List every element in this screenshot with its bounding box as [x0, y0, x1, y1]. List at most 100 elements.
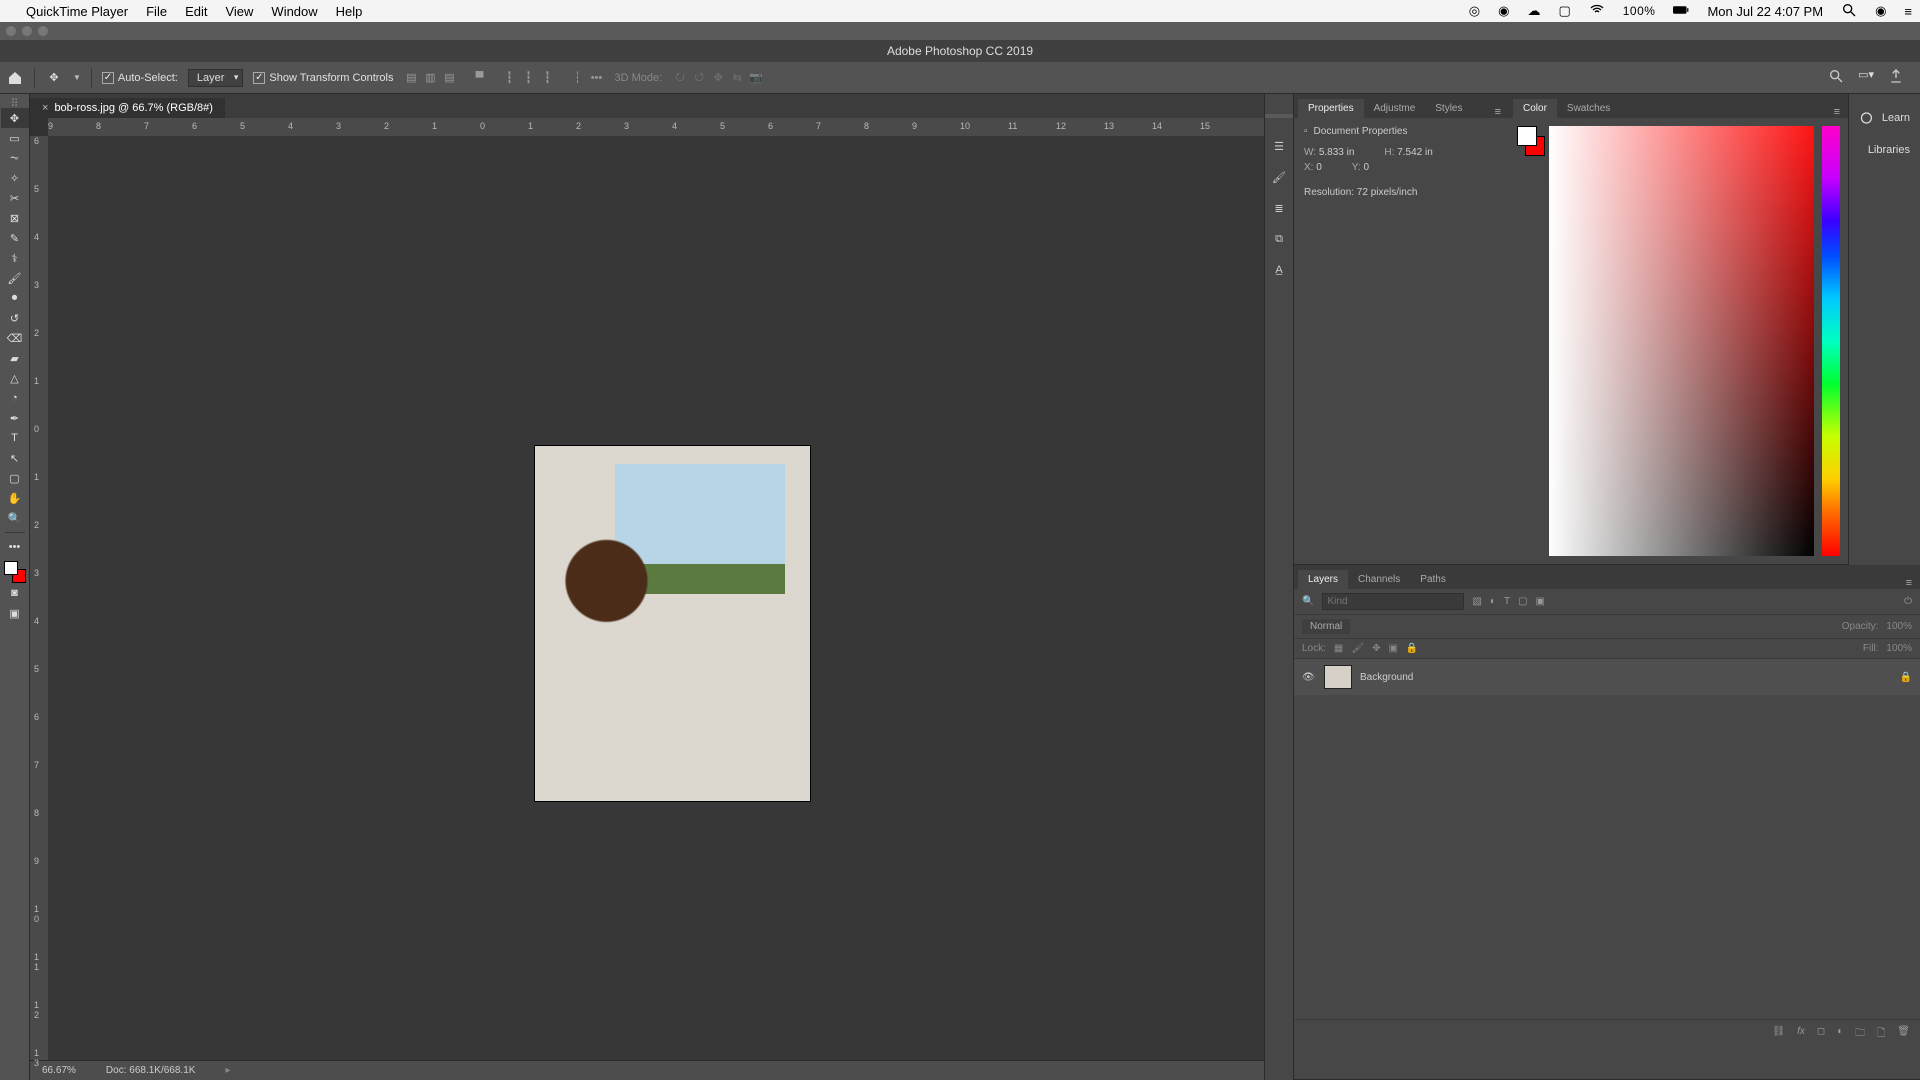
align-center-h-icon[interactable]: ▥	[422, 70, 438, 86]
3d-roll-icon[interactable]: ⭯	[691, 70, 707, 86]
share-icon[interactable]	[1888, 68, 1904, 87]
pen-tool[interactable]: ✒	[1, 408, 29, 428]
show-transform-checkbox[interactable]: Show Transform Controls	[253, 72, 393, 84]
close-tab-icon[interactable]: ×	[42, 102, 48, 114]
path-select-tool[interactable]: ↖	[1, 448, 29, 468]
tab-color[interactable]: Color	[1513, 99, 1557, 118]
crop-tool[interactable]: ✂	[1, 188, 29, 208]
document-image[interactable]	[535, 446, 810, 801]
layer-fx-icon[interactable]: fx	[1797, 1026, 1805, 1043]
tab-swatches[interactable]: Swatches	[1557, 99, 1620, 118]
screen-mode-toggle[interactable]: ▣	[1, 603, 29, 623]
shape-tool[interactable]: ▢	[1, 468, 29, 488]
tab-channels[interactable]: Channels	[1348, 570, 1410, 589]
distribute-v-icon[interactable]: ┇	[520, 70, 536, 86]
history-brush-tool[interactable]: ↺	[1, 308, 29, 328]
lock-pixels-icon[interactable]: 🖌	[1351, 643, 1364, 654]
document-tab[interactable]: × bob-ross.jpg @ 66.7% (RGB/8#)	[30, 98, 225, 118]
align-more-icon[interactable]: ┆	[569, 70, 585, 86]
foreground-background-colors[interactable]	[4, 561, 26, 583]
character-panel-icon[interactable]: A̲	[1275, 264, 1282, 276]
blend-mode-select[interactable]: Normal	[1302, 619, 1350, 634]
display-icon[interactable]: ▢	[1558, 3, 1570, 19]
panel-menu-icon[interactable]: ≡	[1834, 106, 1840, 118]
menu-file[interactable]: File	[146, 4, 167, 19]
prop-y[interactable]: 0	[1363, 162, 1369, 173]
ruler-horizontal[interactable]: 9876543210123456789101112131415	[48, 118, 1264, 136]
clone-source-icon[interactable]: ⧉	[1275, 233, 1283, 246]
workspace-switcher-icon[interactable]: ▭▾	[1858, 68, 1874, 87]
status-icon[interactable]: ◎	[1469, 3, 1480, 19]
type-tool[interactable]: T	[1, 428, 29, 448]
tab-paths[interactable]: Paths	[1410, 570, 1456, 589]
zoom-level[interactable]: 66.67%	[42, 1065, 76, 1076]
ruler-vertical[interactable]: 65432101234567891 01 11 21 3	[30, 136, 48, 1060]
foreground-color-swatch[interactable]	[4, 561, 18, 575]
fill-value[interactable]: 100%	[1886, 643, 1912, 654]
align-right-icon[interactable]: ▤	[441, 70, 457, 86]
lock-artboard-icon[interactable]: ▣	[1388, 643, 1397, 654]
brush-panel-icon[interactable]: 🖌	[1272, 171, 1286, 184]
menu-view[interactable]: View	[225, 4, 253, 19]
search-icon[interactable]	[1828, 68, 1844, 87]
menu-edit[interactable]: Edit	[185, 4, 207, 19]
wifi-icon[interactable]	[1589, 2, 1605, 21]
dodge-tool[interactable]: ◔	[1, 388, 29, 408]
cloud-icon[interactable]: ☁︎	[1527, 3, 1540, 19]
app-name[interactable]: QuickTime Player	[26, 4, 128, 19]
align-left-icon[interactable]: ▤	[403, 70, 419, 86]
filter-type-icon[interactable]: T	[1504, 596, 1510, 607]
distribute-h-icon[interactable]: ┇	[501, 70, 517, 86]
notification-center-icon[interactable]: ≡	[1904, 4, 1912, 19]
adjustment-layer-icon[interactable]: ◐	[1837, 1026, 1843, 1043]
minimize-window-button[interactable]	[22, 26, 32, 36]
prop-x[interactable]: 0	[1316, 162, 1322, 173]
zoom-tool[interactable]: 🔍	[1, 508, 29, 528]
3d-orbit-icon[interactable]: ⭮	[672, 70, 688, 86]
rect-marquee-tool[interactable]: ▭	[1, 128, 29, 148]
layer-mask-icon[interactable]: ◻	[1817, 1026, 1825, 1043]
history-panel-icon[interactable]: ☰	[1274, 140, 1284, 153]
new-layer-icon[interactable]: 🗋	[1877, 1026, 1885, 1043]
layer-filter-input[interactable]	[1322, 593, 1464, 610]
prop-height[interactable]: 7.542 in	[1397, 147, 1433, 158]
chevron-down-icon[interactable]: ▼	[73, 73, 81, 82]
layer-thumbnail[interactable]	[1324, 665, 1352, 689]
brush-tool[interactable]: 🖌	[1, 268, 29, 288]
quick-mask-toggle[interactable]: ◙	[1, 583, 29, 603]
auto-select-checkbox[interactable]: Auto-Select:	[102, 72, 178, 84]
layer-visibility-icon[interactable]: 👁	[1302, 672, 1316, 683]
lasso-tool[interactable]: ⏦	[1, 148, 29, 168]
hue-slider[interactable]	[1822, 126, 1840, 556]
spotlight-icon[interactable]	[1841, 2, 1857, 21]
filter-adjust-icon[interactable]: ◐	[1490, 596, 1496, 607]
home-icon[interactable]	[6, 69, 24, 87]
blur-tool[interactable]: △	[1, 368, 29, 388]
canvas[interactable]: 65432101234567891 01 11 21 3	[30, 136, 1264, 1060]
color-field[interactable]	[1549, 126, 1814, 556]
eraser-tool[interactable]: ⌫	[1, 328, 29, 348]
edit-toolbar[interactable]: •••	[1, 537, 29, 557]
move-tool-icon[interactable]: ✥	[45, 69, 63, 87]
filter-smart-icon[interactable]: ▣	[1536, 596, 1545, 607]
panel-menu-icon[interactable]: ≡	[1906, 577, 1912, 589]
battery-icon[interactable]	[1673, 2, 1689, 21]
libraries-button[interactable]: Libraries	[1849, 134, 1920, 166]
opacity-value[interactable]: 100%	[1886, 621, 1912, 632]
status-chevron-icon[interactable]: ▸	[225, 1065, 230, 1076]
lock-transparency-icon[interactable]: ▦	[1334, 643, 1343, 654]
clock[interactable]: Mon Jul 22 4:07 PM	[1707, 4, 1823, 19]
tab-adjustments[interactable]: Adjustme	[1364, 99, 1426, 118]
doc-size[interactable]: Doc: 668.1K/668.1K	[106, 1065, 196, 1076]
clone-stamp-tool[interactable]: ⏺	[1, 288, 29, 308]
filter-pixel-icon[interactable]: ▧	[1472, 596, 1481, 607]
3d-slide-icon[interactable]: ⇆	[729, 70, 745, 86]
more-options-icon[interactable]: •••	[588, 70, 604, 86]
layer-row[interactable]: 👁 Background 🔒	[1294, 659, 1920, 695]
brush-settings-icon[interactable]: ≣	[1274, 202, 1283, 215]
gradient-tool[interactable]: ▰	[1, 348, 29, 368]
fullscreen-window-button[interactable]	[38, 26, 48, 36]
magic-wand-tool[interactable]: ✧	[1, 168, 29, 188]
move-tool[interactable]: ✥	[1, 108, 29, 128]
link-layers-icon[interactable]: ⛓	[1772, 1026, 1785, 1043]
